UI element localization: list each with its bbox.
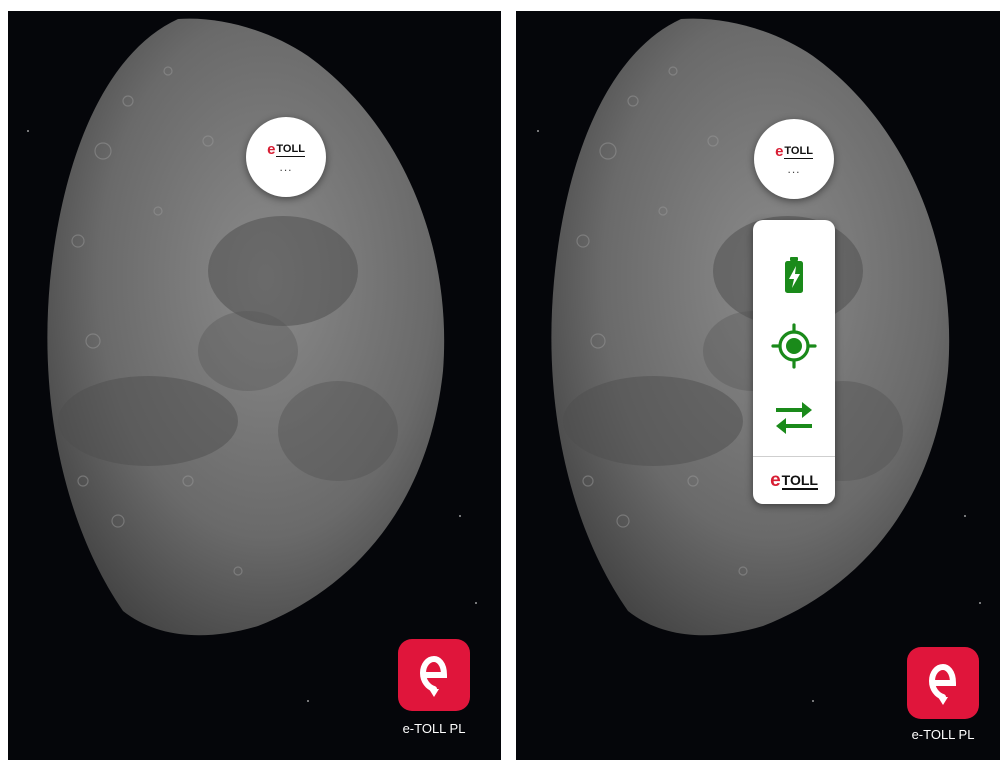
location-menu-button[interactable] (753, 316, 835, 376)
more-dots-indicator: ... (787, 161, 801, 176)
battery-charging-icon (785, 257, 803, 293)
app-label: e-TOLL PL (911, 727, 975, 742)
switch-menu-button[interactable] (753, 388, 835, 448)
menu-divider (753, 456, 835, 457)
etoll-floating-bubble[interactable]: e TOLL ... (754, 119, 834, 199)
etoll-quick-menu: e TOLL (753, 220, 835, 504)
phone-screen-left: e TOLL ... e-TOLL PL (8, 11, 501, 760)
etoll-pin-icon (928, 663, 957, 705)
app-label: e-TOLL PL (402, 721, 466, 736)
gps-target-icon (771, 323, 817, 369)
etoll-pin-icon (419, 655, 448, 697)
etoll-open-app-button[interactable]: e TOLL (753, 460, 835, 500)
swap-arrows-icon (776, 402, 812, 434)
etoll-app-icon[interactable] (907, 647, 979, 719)
phone-screen-right: e TOLL ... e TOLL e-TOLL PL (516, 11, 1000, 760)
etoll-logo: e TOLL (770, 469, 818, 491)
battery-menu-button[interactable] (753, 246, 835, 306)
etoll-logo: e TOLL (775, 142, 813, 160)
etoll-floating-bubble[interactable]: e TOLL ... (246, 117, 326, 197)
etoll-app-icon[interactable] (398, 639, 470, 711)
etoll-logo: e TOLL (267, 140, 305, 158)
more-dots-indicator: ... (279, 159, 293, 174)
